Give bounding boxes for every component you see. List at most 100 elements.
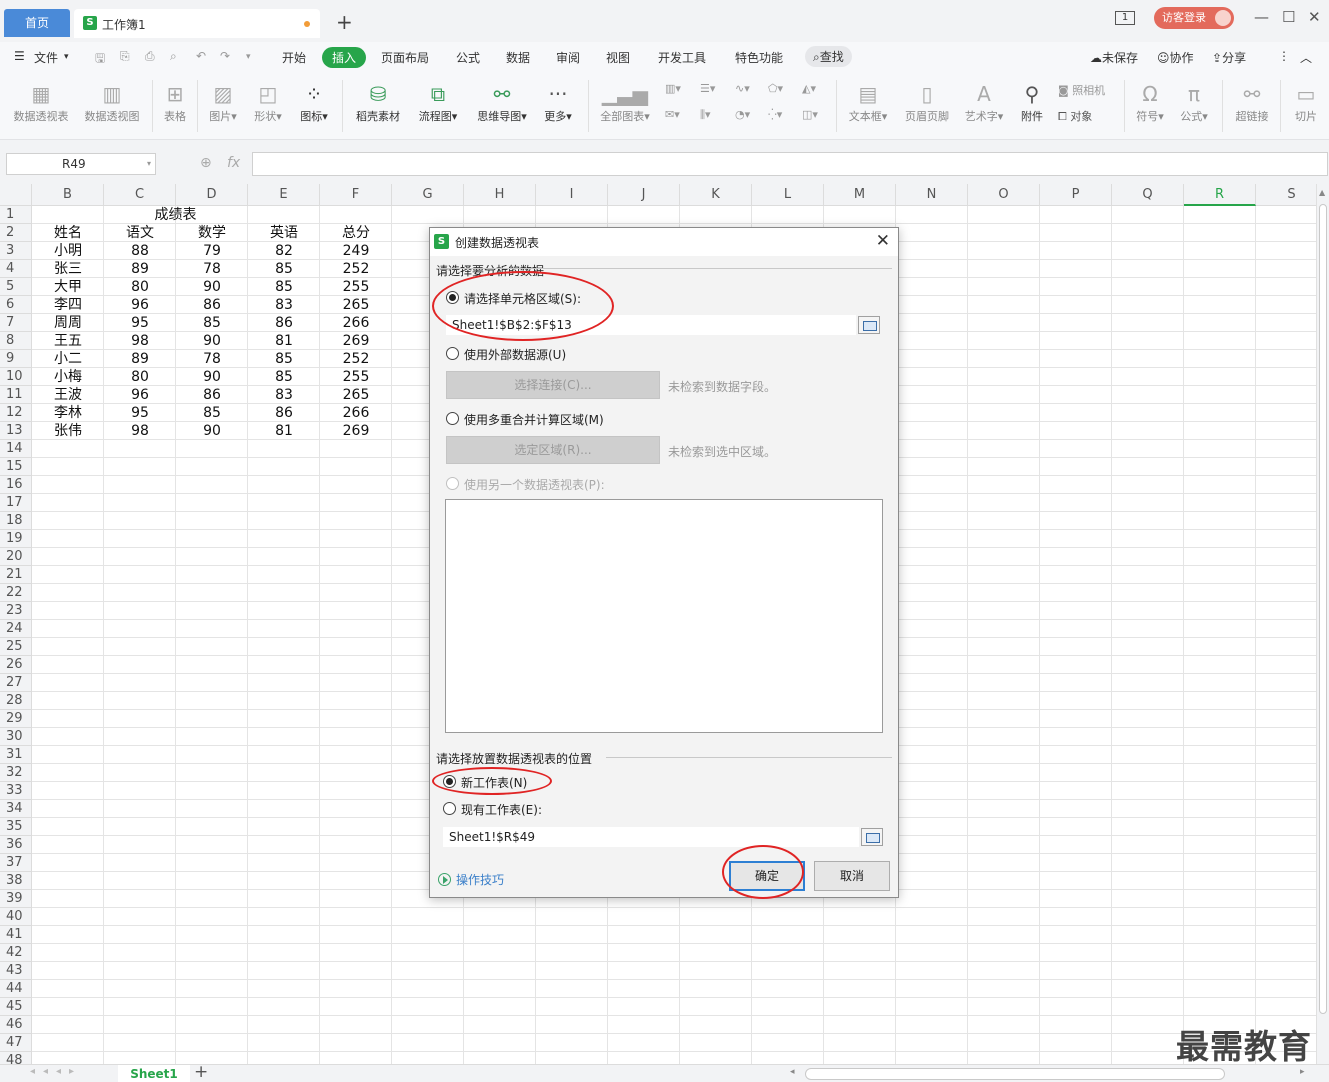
data-cell[interactable]: 255 bbox=[320, 278, 392, 296]
column-header-m[interactable]: M bbox=[824, 184, 896, 206]
data-cell[interactable]: 89 bbox=[104, 260, 176, 278]
data-cell[interactable]: 96 bbox=[104, 296, 176, 314]
flowchart-button[interactable]: ⧉ 流程图▾ bbox=[414, 80, 462, 124]
bar-chart-h-icon[interactable]: ☰▾ bbox=[700, 82, 715, 95]
data-cell[interactable]: 83 bbox=[248, 296, 320, 314]
external-source-label[interactable]: 使用外部数据源(U) bbox=[464, 346, 566, 363]
new-tab-button[interactable]: + bbox=[336, 10, 353, 34]
collapse-ribbon-icon[interactable]: ︿ bbox=[1300, 49, 1312, 66]
data-cell[interactable]: 78 bbox=[176, 350, 248, 368]
dialog-title-bar[interactable]: S 创建数据透视表 ✕ bbox=[430, 228, 898, 256]
data-cell[interactable]: 96 bbox=[104, 386, 176, 404]
row-header[interactable]: 30 bbox=[0, 728, 32, 746]
data-cell[interactable]: 王波 bbox=[32, 386, 104, 404]
data-cell[interactable]: 252 bbox=[320, 260, 392, 278]
row-header[interactable]: 12 bbox=[0, 404, 32, 422]
attachment-button[interactable]: ⚲ 附件 bbox=[1016, 80, 1048, 124]
close-window-icon[interactable]: ✕ bbox=[1308, 8, 1321, 26]
column-header-h[interactable]: H bbox=[464, 184, 536, 206]
data-cell[interactable]: 269 bbox=[320, 422, 392, 440]
data-cell[interactable]: 78 bbox=[176, 260, 248, 278]
column-header-e[interactable]: E bbox=[248, 184, 320, 206]
menu-formulas[interactable]: 公式 bbox=[456, 49, 480, 66]
radio-existing-sheet[interactable] bbox=[443, 802, 456, 815]
row-header[interactable]: 13 bbox=[0, 422, 32, 440]
row-header[interactable]: 36 bbox=[0, 836, 32, 854]
undo-icon[interactable]: ↶ bbox=[196, 49, 206, 63]
maximize-icon[interactable]: ☐ bbox=[1282, 8, 1295, 26]
data-cell[interactable]: 249 bbox=[320, 242, 392, 260]
combo-chart-icon[interactable]: ◫▾ bbox=[802, 108, 818, 121]
mindmap-button[interactable]: ⚯ 思维导图▾ bbox=[472, 80, 532, 124]
data-cell[interactable]: 269 bbox=[320, 332, 392, 350]
chevron-down-icon[interactable]: ▾ bbox=[64, 52, 69, 62]
hamburger-icon[interactable]: ☰ bbox=[14, 49, 25, 63]
row-header[interactable]: 40 bbox=[0, 908, 32, 926]
export-pdf-icon[interactable]: ⎘ bbox=[120, 49, 130, 64]
row-header[interactable]: 48 bbox=[0, 1052, 32, 1064]
range-picker-icon[interactable] bbox=[858, 316, 880, 334]
tips-link[interactable]: 操作技巧 bbox=[438, 871, 504, 888]
data-cell[interactable]: 255 bbox=[320, 368, 392, 386]
select-all-corner[interactable] bbox=[0, 184, 32, 206]
row-header[interactable]: 32 bbox=[0, 764, 32, 782]
data-cell[interactable]: 81 bbox=[248, 422, 320, 440]
close-icon[interactable]: ✕ bbox=[876, 231, 890, 251]
row-header[interactable]: 15 bbox=[0, 458, 32, 476]
data-cell[interactable]: 266 bbox=[320, 404, 392, 422]
data-cell[interactable]: 90 bbox=[176, 278, 248, 296]
row-header[interactable]: 16 bbox=[0, 476, 32, 494]
data-cell[interactable]: 79 bbox=[176, 242, 248, 260]
column-header-p[interactable]: P bbox=[1040, 184, 1112, 206]
column-header-c[interactable]: C bbox=[104, 184, 176, 206]
data-cell[interactable]: 85 bbox=[248, 350, 320, 368]
page-indicator-icon[interactable]: 1 bbox=[1115, 11, 1135, 25]
scroll-right-icon[interactable]: ▸ bbox=[1300, 1067, 1305, 1077]
pie-chart-icon[interactable]: ◔▾ bbox=[735, 108, 750, 121]
more-options-icon[interactable]: ⋮ bbox=[1278, 49, 1290, 63]
data-cell[interactable]: 82 bbox=[248, 242, 320, 260]
unsaved-status[interactable]: ☁未保存 bbox=[1090, 49, 1138, 66]
quick-access-dropdown-icon[interactable]: ▾ bbox=[246, 52, 251, 62]
chevron-down-icon[interactable]: ▾ bbox=[147, 154, 151, 174]
data-cell[interactable]: 王五 bbox=[32, 332, 104, 350]
row-header[interactable]: 18 bbox=[0, 512, 32, 530]
shape-button[interactable]: ◰ 形状▾ bbox=[250, 80, 286, 124]
existing-sheet-label[interactable]: 现有工作表(E): bbox=[461, 801, 542, 818]
icon-library-button[interactable]: ⁘ 图标▾ bbox=[296, 80, 332, 124]
row-header[interactable]: 9 bbox=[0, 350, 32, 368]
symbol-button[interactable]: Ω 符号▾ bbox=[1132, 80, 1168, 124]
data-cell[interactable]: 98 bbox=[104, 332, 176, 350]
table-button[interactable]: ⊞ 表格 bbox=[160, 80, 190, 124]
row-header[interactable]: 38 bbox=[0, 872, 32, 890]
picture-button[interactable]: ▨ 图片▾ bbox=[205, 80, 241, 124]
data-cell[interactable]: 86 bbox=[176, 386, 248, 404]
horizontal-scrollbar-thumb[interactable] bbox=[805, 1068, 1225, 1080]
data-cell[interactable]: 90 bbox=[176, 332, 248, 350]
data-cell[interactable]: 小梅 bbox=[32, 368, 104, 386]
row-header[interactable]: 5 bbox=[0, 278, 32, 296]
share-button[interactable]: ⇪分享 bbox=[1212, 49, 1246, 66]
radar-chart-icon[interactable]: ⬠▾ bbox=[768, 82, 783, 95]
data-cell[interactable]: 98 bbox=[104, 422, 176, 440]
data-cell[interactable]: 80 bbox=[104, 278, 176, 296]
column-header-r[interactable]: R bbox=[1184, 184, 1256, 206]
menu-file[interactable]: 文件 bbox=[34, 49, 58, 66]
formula-button[interactable]: π 公式▾ bbox=[1176, 80, 1212, 124]
menu-page-layout[interactable]: 页面布局 bbox=[381, 49, 429, 66]
scroll-up-icon[interactable]: ▲ bbox=[1319, 188, 1325, 197]
scroll-left-icon[interactable]: ◂ bbox=[790, 1067, 795, 1077]
object-button[interactable]: ⧠ 对象 bbox=[1058, 108, 1092, 124]
zoom-icon[interactable]: ⊕ bbox=[200, 155, 212, 171]
location-input[interactable]: Sheet1!$R$49 bbox=[443, 827, 859, 847]
data-cell[interactable]: 266 bbox=[320, 314, 392, 332]
column-header-j[interactable]: J bbox=[608, 184, 680, 206]
row-header[interactable]: 29 bbox=[0, 710, 32, 728]
row-header[interactable]: 14 bbox=[0, 440, 32, 458]
textbox-button[interactable]: ▤ 文本框▾ bbox=[845, 80, 891, 124]
menu-special[interactable]: 特色功能 bbox=[735, 49, 783, 66]
row-header[interactable]: 44 bbox=[0, 980, 32, 998]
row-header[interactable]: 23 bbox=[0, 602, 32, 620]
print-icon[interactable]: ⎙ bbox=[145, 49, 155, 64]
data-cell[interactable]: 85 bbox=[176, 404, 248, 422]
